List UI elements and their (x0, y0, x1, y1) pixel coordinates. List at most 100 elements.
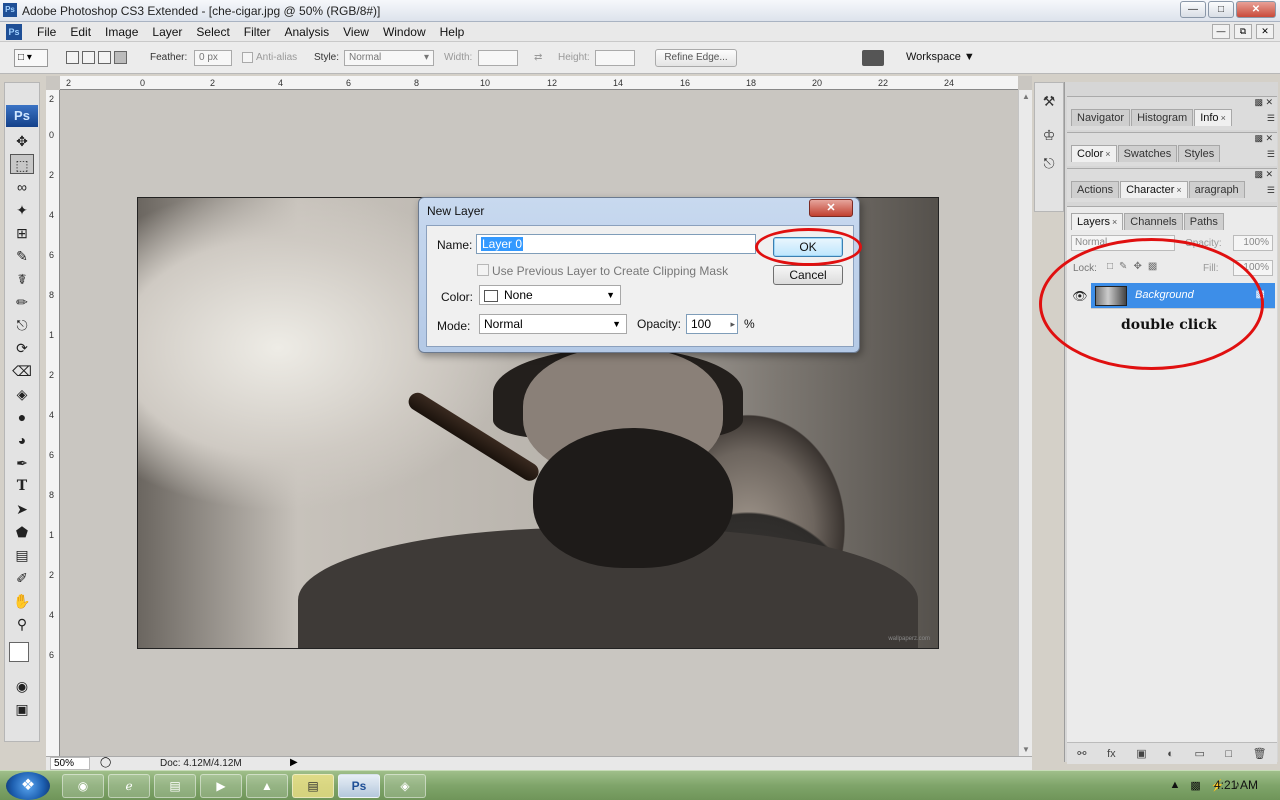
menu-select[interactable]: Select (189, 25, 236, 39)
pen-tool-icon[interactable]: ✒ (10, 453, 34, 473)
panel-menu-icon[interactable]: ☰ (1267, 149, 1275, 160)
type-tool-icon[interactable]: T (10, 476, 34, 496)
ie-icon[interactable]: ℯ (108, 774, 150, 798)
style-select[interactable]: Normal ▾ (344, 50, 434, 66)
opacity-input[interactable]: 100 ▸ (686, 314, 738, 334)
mode-select[interactable]: Normal ▼ (479, 314, 627, 334)
menu-window[interactable]: Window (376, 25, 433, 39)
menu-help[interactable]: Help (433, 25, 472, 39)
eyedropper-icon[interactable]: ✐ (10, 568, 34, 588)
panel-menu-icon[interactable]: ☰ (1267, 113, 1275, 124)
workspace-menu[interactable]: Workspace ▼ (906, 51, 975, 63)
signal-icon[interactable]: ▩ (1190, 779, 1200, 792)
lasso-tool-icon[interactable]: ∞ (10, 177, 34, 197)
tab-paragraph[interactable]: aragraph (1188, 181, 1245, 198)
shape-tool-icon[interactable]: ⬟ (10, 522, 34, 542)
tab-actions[interactable]: Actions (1071, 181, 1120, 198)
tab-close-icon[interactable]: × (1176, 185, 1181, 195)
vertical-scrollbar[interactable]: ▲ ▼ (1018, 90, 1032, 756)
layer-mask-icon[interactable]: ▣ (1136, 747, 1146, 760)
add-selection-icon[interactable] (82, 51, 95, 64)
antialias-checkbox[interactable] (242, 52, 253, 63)
intersect-selection-icon[interactable] (114, 51, 127, 64)
new-layer-icon[interactable]: □ (1225, 748, 1232, 760)
tab-color[interactable]: Color × (1071, 145, 1117, 162)
tab-histogram[interactable]: Histogram (1131, 109, 1194, 126)
close-window-button[interactable]: ✕ (1236, 1, 1276, 18)
tab-styles[interactable]: Styles (1178, 145, 1221, 162)
brush-tool-icon[interactable]: ✏ (10, 292, 34, 312)
movie-maker-icon[interactable]: ▤ (292, 774, 334, 798)
swap-icon[interactable]: ⇄ (534, 52, 542, 63)
tab-navigator[interactable]: Navigator (1071, 109, 1131, 126)
blur-tool-icon[interactable]: ● (10, 407, 34, 427)
new-selection-icon[interactable] (66, 51, 79, 64)
clock[interactable]: 4:21 AM (1214, 778, 1258, 792)
screen-mode-icon[interactable]: ▣ (10, 699, 34, 719)
refine-edge-button[interactable]: Refine Edge... (655, 49, 737, 67)
tab-channels[interactable]: Channels (1124, 213, 1183, 230)
status-menu-icon[interactable]: ▶ (290, 757, 298, 768)
layer-style-icon[interactable]: fx (1107, 748, 1116, 760)
tool-presets-icon[interactable]: ⚒ (1038, 91, 1060, 111)
move-tool-icon[interactable]: ✥ (10, 131, 34, 151)
bridge-icon[interactable] (862, 50, 884, 66)
tray-arrow-icon[interactable]: ▲ (1170, 779, 1181, 792)
layer-opacity-input[interactable]: 100% (1233, 235, 1273, 251)
notes-tool-icon[interactable]: ▤ (10, 545, 34, 565)
doc-minimize-button[interactable]: — (1212, 24, 1230, 39)
history-brush-icon[interactable]: ⟳ (10, 338, 34, 358)
quick-mask-icon[interactable]: ◉ (10, 676, 34, 696)
paint-bucket-icon[interactable]: ◈ (10, 384, 34, 404)
width-input[interactable] (478, 50, 518, 66)
hand-tool-icon[interactable]: ✋ (10, 591, 34, 611)
tab-character[interactable]: Character × (1120, 181, 1188, 198)
menu-analysis[interactable]: Analysis (277, 25, 336, 39)
tab-layers[interactable]: Layers × (1071, 213, 1124, 230)
crop-tool-icon[interactable]: ⊞ (10, 223, 34, 243)
media-player-icon[interactable]: ▶ (200, 774, 242, 798)
zoom-tool-icon[interactable]: ⚲ (10, 614, 34, 634)
tab-paths[interactable]: Paths (1183, 213, 1224, 230)
photoshop-taskbar-icon[interactable]: Ps (338, 774, 380, 798)
feather-input[interactable]: 0 px (194, 50, 232, 66)
zoom-input[interactable]: 50% (50, 757, 90, 770)
doc-restore-button[interactable]: ⧉ (1234, 24, 1252, 39)
minimize-button[interactable]: — (1180, 1, 1206, 18)
new-group-icon[interactable]: ▭ (1194, 747, 1204, 760)
menu-view[interactable]: View (336, 25, 376, 39)
tab-swatches[interactable]: Swatches (1117, 145, 1178, 162)
opacity-slider-icon[interactable]: ▸ (730, 315, 735, 333)
dodge-tool-icon[interactable]: ◕ (10, 430, 34, 450)
tab-close-icon[interactable]: × (1105, 149, 1110, 159)
scroll-down-icon[interactable]: ▼ (1022, 745, 1030, 754)
height-input[interactable] (595, 50, 635, 66)
paint-icon[interactable]: ◈ (384, 774, 426, 798)
tab-close-icon[interactable]: × (1221, 113, 1226, 123)
menu-image[interactable]: Image (98, 25, 145, 39)
slice-tool-icon[interactable]: ✎ (10, 246, 34, 266)
vlc-icon[interactable]: ▲ (246, 774, 288, 798)
status-options-icon[interactable]: ◯ (100, 757, 111, 768)
vertical-ruler[interactable]: 2 0 2 4 6 8 1 2 4 6 8 1 2 4 6 (46, 90, 60, 756)
brushes-icon[interactable]: ♔ (1038, 125, 1060, 145)
color-select[interactable]: None ▼ (479, 285, 621, 305)
layer-name-input[interactable]: Layer 0 (476, 234, 756, 254)
magic-wand-icon[interactable]: ✦ (10, 200, 34, 220)
menu-layer[interactable]: Layer (145, 25, 189, 39)
link-layers-icon[interactable]: ⚯ (1077, 747, 1086, 760)
delete-layer-icon[interactable]: 🗑 (1253, 747, 1267, 760)
panel-menu-icon[interactable]: ☰ (1267, 185, 1275, 196)
maximize-button[interactable]: □ (1208, 1, 1234, 18)
start-button[interactable]: ❖ (6, 772, 50, 800)
panel-close-icon[interactable]: ▩ ✕ (1254, 97, 1273, 108)
adjustment-layer-icon[interactable]: ◐ (1167, 748, 1174, 760)
panel-close-icon[interactable]: ▩ ✕ (1254, 169, 1273, 180)
tab-close-icon[interactable]: × (1112, 217, 1117, 227)
path-selection-icon[interactable]: ➤ (10, 499, 34, 519)
subtract-selection-icon[interactable] (98, 51, 111, 64)
eraser-icon[interactable]: ⌫ (10, 361, 34, 381)
dialog-close-button[interactable]: ✕ (809, 199, 853, 217)
foreground-color-swatch[interactable] (9, 642, 29, 662)
explorer-icon[interactable]: ▤ (154, 774, 196, 798)
